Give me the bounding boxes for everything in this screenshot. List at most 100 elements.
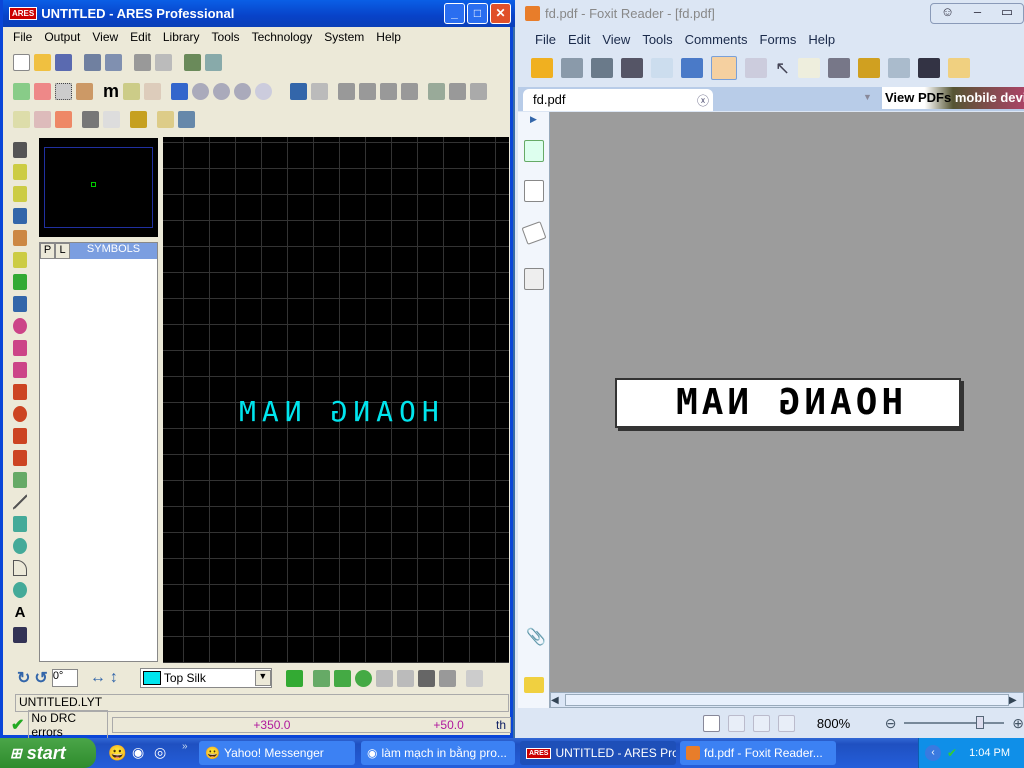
overview-window[interactable] <box>39 138 158 237</box>
layer-stack-icon[interactable] <box>285 669 303 687</box>
single-page-icon[interactable] <box>703 714 720 732</box>
block-delete-icon[interactable] <box>401 82 419 100</box>
select-arrow-icon[interactable]: ↖ <box>775 58 790 79</box>
media-quicklaunch-icon[interactable]: ◎ <box>154 744 166 761</box>
origin-icon[interactable] <box>123 82 141 100</box>
more-quicklaunch-icon[interactable]: » <box>182 741 188 752</box>
zoom-out-icon[interactable]: ⊖ <box>885 715 897 732</box>
mirror-x-icon[interactable]: ↔ <box>90 669 106 687</box>
snapshot-icon[interactable] <box>828 58 851 78</box>
track-mode-icon[interactable] <box>13 208 27 224</box>
zoom-slider[interactable] <box>904 716 1005 729</box>
via-mode-icon[interactable] <box>13 230 27 246</box>
expand-panel-icon[interactable]: ▶ <box>530 114 537 125</box>
flip-icon[interactable] <box>34 82 51 100</box>
export-icon[interactable] <box>105 53 122 71</box>
drc-status[interactable]: No DRC errors <box>28 710 109 740</box>
zoom-in-icon[interactable]: ⊕ <box>1012 715 1024 732</box>
layers-icon[interactable] <box>76 82 93 100</box>
foxit-minimize-button[interactable]: – <box>974 4 981 23</box>
taskbar-item-ares[interactable]: ARES UNTITLED - ARES Pro... <box>520 741 676 765</box>
edge-pad-icon[interactable] <box>13 384 27 400</box>
open-icon[interactable] <box>531 58 553 78</box>
save-icon[interactable] <box>561 58 583 78</box>
placement-icon[interactable] <box>157 110 174 128</box>
metric-icon[interactable]: m <box>103 81 119 102</box>
new-icon[interactable] <box>13 53 30 71</box>
box-icon[interactable] <box>13 516 27 532</box>
menu-tools[interactable]: Tools <box>206 30 246 44</box>
ad-banner[interactable]: View PDFs mobile device <box>882 87 1024 109</box>
ares-title-bar[interactable]: ARES UNTITLED - ARES Professional _ □ ✕ <box>3 0 516 27</box>
signatures-icon[interactable] <box>524 268 544 290</box>
terminal-icon[interactable] <box>417 669 435 687</box>
select-mode-icon[interactable] <box>13 142 27 158</box>
bookmarks-icon[interactable] <box>524 140 544 162</box>
zoom-area-icon[interactable] <box>255 82 273 100</box>
foxit-menu-forms[interactable]: Forms <box>754 32 803 47</box>
grid-icon[interactable] <box>55 82 72 100</box>
start-button[interactable]: ⊞ start <box>0 738 96 768</box>
print-area-icon[interactable] <box>155 53 172 71</box>
line-icon[interactable] <box>13 494 27 510</box>
previous-view-icon[interactable] <box>948 58 971 78</box>
layers-icon[interactable] <box>521 221 547 245</box>
canvas-silk-text[interactable]: HOANG NAM <box>233 395 439 428</box>
netlist-icon[interactable] <box>184 53 201 71</box>
continuous-facing-icon[interactable] <box>777 714 795 732</box>
foxit-maximize-button[interactable]: ▭ <box>1001 4 1013 23</box>
zoom-all-icon[interactable] <box>234 82 252 100</box>
block-move-icon[interactable] <box>359 82 377 100</box>
foxit-menu-edit[interactable]: Edit <box>562 32 596 47</box>
square-pad-icon[interactable] <box>13 340 27 356</box>
import-icon[interactable] <box>84 53 101 71</box>
taskbar-item-foxit[interactable]: fd.pdf - Foxit Reader... <box>680 741 836 765</box>
zoom-in-icon[interactable] <box>192 82 210 100</box>
menu-technology[interactable]: Technology <box>246 30 319 44</box>
minimize-button[interactable]: _ <box>444 3 465 24</box>
print-icon[interactable] <box>134 53 151 71</box>
horizontal-scrollbar[interactable]: ◀ ▶ <box>550 692 1024 708</box>
clock[interactable]: 1:04 PM <box>969 747 1010 759</box>
rms-lock-icon[interactable] <box>858 58 881 78</box>
ratsnest-icon[interactable] <box>55 110 72 128</box>
menu-system[interactable]: System <box>318 30 370 44</box>
open-icon[interactable] <box>34 53 51 71</box>
padstack-icon[interactable] <box>13 450 27 466</box>
place-pin-icon[interactable] <box>312 669 330 687</box>
false-origin-icon[interactable] <box>144 82 162 100</box>
print-icon[interactable] <box>621 58 643 78</box>
route-icon[interactable] <box>375 669 393 687</box>
annotate-icon[interactable] <box>103 110 120 128</box>
arc-icon[interactable] <box>13 560 27 576</box>
smt-pad-icon[interactable] <box>13 406 27 422</box>
continuous-icon[interactable] <box>727 714 745 732</box>
chevron-down-icon[interactable]: ▼ <box>254 670 271 686</box>
tray-expand-icon[interactable]: ‹ <box>925 745 941 761</box>
pages-icon[interactable] <box>524 180 544 202</box>
polygon-pad-icon[interactable] <box>13 428 27 444</box>
tab-list-chevron-icon[interactable]: ▼ <box>863 92 872 102</box>
foxit-menu-view[interactable]: View <box>596 32 636 47</box>
zoom-slider-thumb[interactable] <box>976 716 985 729</box>
foxit-menu-comments[interactable]: Comments <box>679 32 754 47</box>
block-rotate-icon[interactable] <box>380 82 398 100</box>
scroll-right-icon[interactable]: ▶ <box>1009 695 1023 706</box>
marker-icon[interactable] <box>438 669 456 687</box>
pcb-canvas[interactable]: HOANG NAM <box>163 137 509 663</box>
place-pad-icon[interactable] <box>333 669 351 687</box>
make-package-icon[interactable] <box>449 82 467 100</box>
yahoo-quicklaunch-icon[interactable]: 😀 <box>108 744 127 762</box>
zoom-out-icon[interactable] <box>213 82 231 100</box>
menu-view[interactable]: View <box>86 30 124 44</box>
refresh-icon[interactable] <box>13 82 30 100</box>
menu-library[interactable]: Library <box>157 30 206 44</box>
close-button[interactable]: ✕ <box>490 3 511 24</box>
menu-edit[interactable]: Edit <box>124 30 157 44</box>
hand-tool-icon[interactable] <box>711 56 737 80</box>
autorouter-icon[interactable] <box>130 110 147 128</box>
taskbar-item-yahoo[interactable]: 😀 Yahoo! Messenger <box>199 741 355 765</box>
taskbar-item-chrome[interactable]: ◉ làm mạch in bằng pro... <box>361 741 515 765</box>
path-icon[interactable] <box>13 582 27 598</box>
scroll-left-icon[interactable]: ◀ <box>551 695 565 706</box>
